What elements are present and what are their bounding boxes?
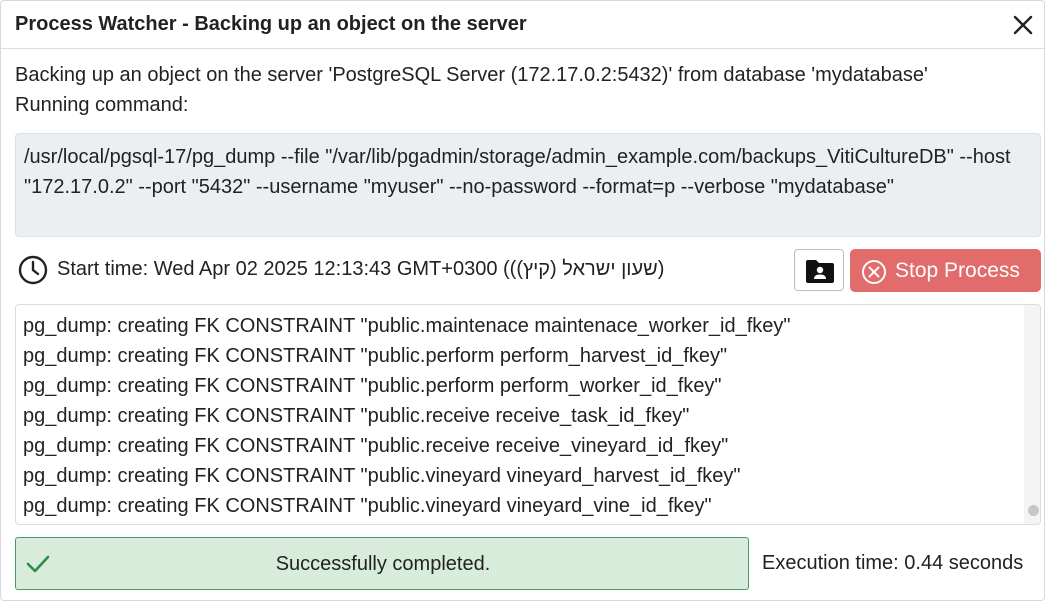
status-text: Successfully completed. [275, 553, 491, 575]
command-box: /usr/local/pgsql-17/pg_dump --file "/var… [15, 133, 1041, 237]
process-watcher-dialog: Process Watcher - Backing up an object o… [0, 0, 1045, 601]
log-line: pg_dump: creating FK CONSTRAINT "public.… [23, 315, 791, 337]
log-line: pg_dump: creating FK CONSTRAINT "public.… [23, 345, 728, 367]
start-time: Start time: Wed Apr 02 2025 12:13:43 GMT… [57, 258, 665, 280]
process-log[interactable]: pg_dump: creating FK CONSTRAINT "public.… [15, 304, 1041, 525]
execution-time: Execution time: 0.44 seconds [762, 552, 1024, 574]
dialog-title: Process Watcher - Backing up an object o… [15, 13, 527, 35]
stop-circle-icon [862, 260, 886, 284]
log-scrollbar[interactable] [1024, 305, 1040, 524]
log-line: pg_dump: creating FK CONSTRAINT "public.… [23, 375, 722, 397]
backup-description: Backing up an object on the server 'Post… [15, 64, 928, 86]
running-command-label: Running command: [15, 94, 189, 116]
status-success-banner: Successfully completed. [15, 537, 749, 590]
stop-process-button[interactable]: Stop Process [850, 249, 1041, 292]
view-backup-folder-button[interactable] [794, 249, 844, 291]
log-line: pg_dump: creating FK CONSTRAINT "public.… [23, 435, 729, 457]
clock-icon [17, 254, 49, 286]
log-line: pg_dump: creating FK CONSTRAINT "public.… [23, 465, 741, 487]
stop-process-label: Stop Process [895, 259, 1020, 282]
close-icon[interactable] [1009, 11, 1037, 39]
folder-user-icon [806, 260, 834, 283]
scrollbar-thumb[interactable] [1028, 505, 1039, 516]
log-lines: pg_dump: creating FK CONSTRAINT "public.… [23, 311, 791, 521]
log-line: pg_dump: creating FK CONSTRAINT "public.… [23, 495, 712, 517]
log-line: pg_dump: creating FK CONSTRAINT "public.… [23, 405, 690, 427]
dialog-header: Process Watcher - Backing up an object o… [1, 1, 1044, 49]
